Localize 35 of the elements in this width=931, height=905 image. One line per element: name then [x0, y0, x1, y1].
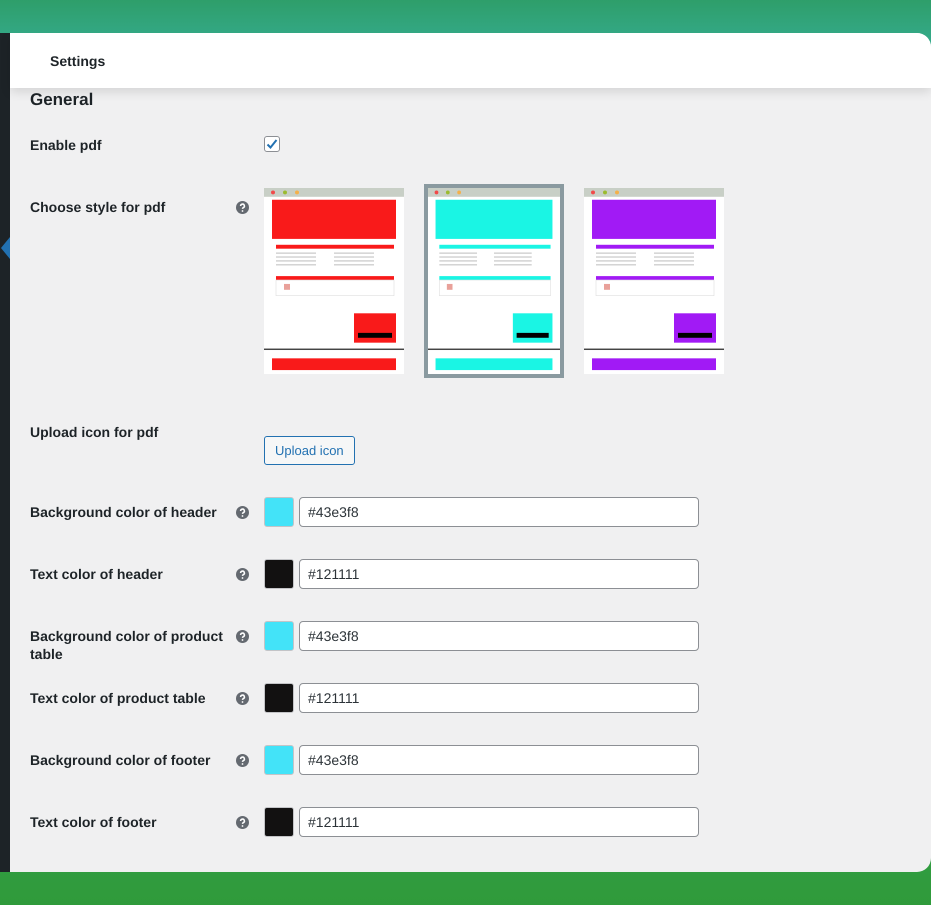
color-swatch[interactable]: [264, 497, 294, 527]
color-swatch[interactable]: [264, 683, 294, 713]
help-icon[interactable]: [236, 816, 249, 829]
color-swatch[interactable]: [264, 621, 294, 651]
help-icon[interactable]: [236, 754, 249, 767]
color-input[interactable]: #43e3f8: [299, 621, 699, 651]
help-icon[interactable]: [236, 630, 249, 643]
upload-button[interactable]: Upload icon: [264, 436, 355, 465]
setting-label: Text color of header: [30, 565, 164, 583]
setting-label: Text color of footer: [30, 813, 158, 831]
checkmark-icon: [266, 138, 278, 150]
current-menu-arrow-icon: [1, 237, 10, 259]
page-title: Settings: [50, 52, 106, 68]
invoice-preview[interactable]: [424, 184, 564, 378]
color-input[interactable]: #43e3f8: [299, 745, 699, 775]
help-icon[interactable]: [236, 692, 249, 705]
color-input[interactable]: #43e3f8: [299, 497, 699, 527]
setting-label: Background color of header: [30, 503, 218, 521]
section-heading: General: [30, 90, 94, 110]
color-swatch[interactable]: [264, 745, 294, 775]
help-icon[interactable]: [236, 506, 249, 519]
setting-label: Background color of product table: [30, 627, 224, 663]
checkbox[interactable]: [264, 136, 280, 152]
color-input[interactable]: #121111: [299, 807, 699, 837]
color-swatch[interactable]: [264, 807, 294, 837]
setting-label: Choose style for pdf: [30, 198, 166, 216]
setting-label: Background color of footer: [30, 751, 212, 769]
setting-label: Enable pdf: [30, 136, 103, 154]
color-swatch[interactable]: [264, 559, 294, 589]
color-input[interactable]: #121111: [299, 683, 699, 713]
setting-label: Upload icon for pdf: [30, 423, 160, 441]
help-icon[interactable]: [236, 568, 249, 581]
color-input[interactable]: #121111: [299, 559, 699, 589]
setting-label: Text color of product table: [30, 689, 207, 707]
help-icon[interactable]: [236, 201, 249, 214]
